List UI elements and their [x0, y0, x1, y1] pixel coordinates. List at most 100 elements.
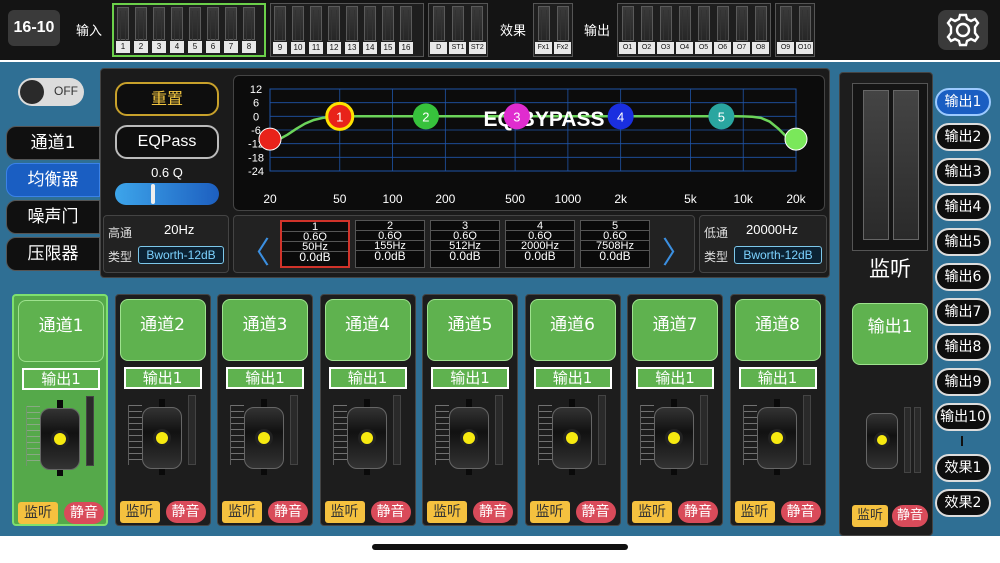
output-2-button[interactable]: 输出2 [935, 123, 991, 151]
monitor-fader[interactable] [866, 413, 898, 469]
highpass-freq[interactable]: 20Hz [164, 222, 194, 237]
tab-noise-gate[interactable]: 噪声门 [6, 200, 100, 234]
channel-name-button[interactable]: 通道8 [734, 299, 821, 361]
highpass-node[interactable] [258, 127, 282, 151]
channel-name-button[interactable]: 通道7 [632, 299, 718, 361]
toggle-knob [20, 80, 44, 104]
chevron-right-icon[interactable]: 〉 [662, 228, 692, 272]
channel-fader[interactable] [654, 407, 694, 469]
mute-button[interactable]: 静音 [64, 502, 104, 524]
channel-route-select[interactable]: 输出1 [328, 367, 407, 389]
mute-button[interactable]: 静音 [892, 505, 928, 527]
channel-route-select[interactable]: 输出1 [533, 367, 612, 389]
channel-route-select[interactable]: 输出1 [738, 367, 817, 389]
eq-band-2[interactable]: 2 0.6Q 155Hz 0.0dB [355, 220, 425, 268]
channel-fader[interactable] [346, 407, 387, 469]
band-gain: 0.0dB [374, 251, 406, 263]
output-7-button[interactable]: 输出7 [935, 298, 991, 326]
channel-name-button[interactable]: 通道3 [222, 299, 308, 361]
model-badge[interactable]: 16-10 [8, 10, 60, 46]
channel-name-button[interactable]: 通道2 [119, 299, 206, 361]
eq-band-3[interactable]: 3 0.6Q 512Hz 0.0dB [430, 220, 500, 268]
eq-band-4[interactable]: 4 0.6Q 2000Hz 0.0dB [505, 220, 575, 268]
output-10-button[interactable]: 输出10 [935, 403, 991, 431]
channel-fader[interactable] [551, 407, 592, 469]
channel-name-button[interactable]: 通道1 [18, 300, 104, 362]
mute-button[interactable]: 静音 [473, 501, 513, 523]
effect-meters[interactable]: Fx1 Fx2 [533, 3, 573, 57]
monitor-button[interactable]: 监听 [119, 501, 160, 523]
output-meters-9-10[interactable]: O9 O10 [775, 3, 815, 57]
mute-button[interactable]: 静音 [678, 501, 718, 523]
tab-compressor[interactable]: 压限器 [6, 237, 100, 271]
channel-name-button[interactable]: 通道6 [529, 299, 616, 361]
settings-button[interactable] [938, 10, 988, 50]
eq-band-5[interactable]: 5 0.6Q 7508Hz 0.0dB [580, 220, 650, 268]
meter-label: O10 [796, 42, 813, 54]
mute-button[interactable]: 静音 [165, 501, 206, 523]
channel-fader[interactable] [40, 408, 80, 470]
reset-button[interactable]: 重置 [115, 82, 219, 116]
monitor-button[interactable]: 监听 [18, 502, 58, 524]
channel-route-select[interactable]: 输出1 [226, 367, 304, 389]
output-1-button[interactable]: 输出1 [935, 88, 991, 116]
monitor-button[interactable]: 监听 [734, 501, 775, 523]
output-5-button[interactable]: 输出5 [935, 228, 991, 256]
eq-graph[interactable]: 12 6 0 -6 -12 -18 -24 20 50 100 200 500 1000 2k 5k 10k 2… [233, 75, 825, 211]
monitor-button[interactable]: 监听 [222, 501, 262, 523]
monitor-button[interactable]: 监听 [324, 501, 365, 523]
output-3-button[interactable]: 输出3 [935, 158, 991, 186]
tab-channel[interactable]: 通道1 [6, 126, 100, 160]
highpass-filter: 高通 20Hz 类型 Bworth-12dB [103, 215, 229, 273]
input-meters-9-16[interactable]: 9 10 11 12 13 14 15 16 [270, 3, 424, 57]
level-bar [400, 6, 412, 41]
q-slider-thumb[interactable] [151, 184, 155, 204]
input-meter: ST2 [468, 6, 486, 54]
lowpass-freq[interactable]: 20000Hz [746, 222, 798, 237]
monitor-button[interactable]: 监听 [529, 501, 570, 523]
channel-fader[interactable] [141, 407, 182, 469]
output-8-button[interactable]: 输出8 [935, 333, 991, 361]
eqpass-button[interactable]: EQPass [115, 125, 219, 159]
meter-label: O6 [714, 42, 731, 54]
home-indicator[interactable] [372, 544, 628, 550]
band-node-label: 1 [336, 109, 343, 124]
channel-route-select[interactable]: 输出1 [123, 367, 202, 389]
channel-fader[interactable] [244, 407, 284, 469]
mute-button[interactable]: 静音 [780, 501, 821, 523]
output-6-button[interactable]: 输出6 [935, 263, 991, 291]
channel-name-button[interactable]: 通道4 [324, 299, 411, 361]
power-toggle[interactable]: OFF [18, 78, 84, 106]
monitor-button[interactable]: 监听 [427, 501, 467, 523]
channel-name-button[interactable]: 通道5 [427, 299, 513, 361]
monitor-button[interactable]: 监听 [852, 505, 888, 527]
lowpass-type-select[interactable]: Bworth-12dB [734, 246, 822, 264]
level-bar [537, 6, 550, 41]
tab-label: 通道1 [30, 133, 76, 153]
tab-equalizer[interactable]: 均衡器 [6, 163, 100, 197]
channel-route-select[interactable]: 输出1 [636, 367, 714, 389]
channel-route-select[interactable]: 输出1 [431, 367, 509, 389]
mute-button[interactable]: 静音 [370, 501, 411, 523]
eq-band-1[interactable]: 1 0.6Q 50Hz 0.0dB [280, 220, 350, 268]
input-meters-digital[interactable]: D ST1 ST2 [428, 3, 488, 57]
input-meters-1-8[interactable]: 12345678 [112, 3, 266, 57]
channel-fader[interactable] [449, 407, 489, 469]
mute-button[interactable]: 静音 [575, 501, 616, 523]
monitor-button[interactable]: 监听 [632, 501, 672, 523]
channel-fader[interactable] [756, 407, 797, 469]
lowpass-node[interactable] [784, 127, 808, 151]
highpass-type-select[interactable]: Bworth-12dB [138, 246, 224, 264]
fader-dot [767, 429, 786, 447]
chevron-left-icon[interactable]: 〈 [240, 228, 270, 272]
effect-1-button[interactable]: 效果1 [935, 454, 991, 482]
output-9-button[interactable]: 输出9 [935, 368, 991, 396]
channel-route-select[interactable]: 输出1 [22, 368, 100, 390]
output-meters-1-8[interactable]: O1 O2 O3 O4 O5 O6 O7 O8 [617, 3, 771, 57]
effect-2-button[interactable]: 效果2 [935, 489, 991, 517]
monitor-output-name[interactable]: 输出1 [852, 303, 928, 365]
mute-button[interactable]: 静音 [268, 501, 308, 523]
output-4-button[interactable]: 输出4 [935, 193, 991, 221]
channel-strip-8: 通道8 输出1 监听 静音 [729, 294, 826, 526]
q-slider[interactable] [115, 183, 219, 205]
